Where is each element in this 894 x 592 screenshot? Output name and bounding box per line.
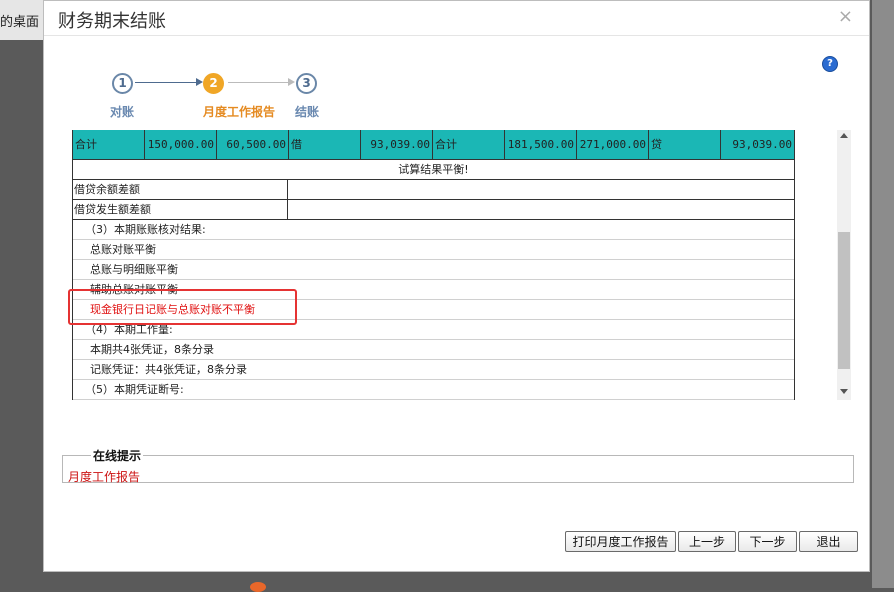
background-desktop-tab[interactable]: 的桌面: [0, 0, 48, 40]
scroll-down-icon[interactable]: [840, 389, 848, 394]
online-tip-text: 月度工作报告: [68, 470, 141, 484]
summary-right-balance: 93,039.00: [732, 138, 792, 151]
report-line: 总账与明细账平衡: [73, 260, 794, 280]
monthly-report-panel: 合计 150,000.00 60,500.00 借 93,039.00 合计 1…: [72, 130, 795, 400]
step-3-label: 结账: [295, 105, 320, 119]
summary-left-label: 合计: [73, 130, 145, 159]
step-1-label: 对账: [110, 105, 135, 119]
amount-diff-row: 借贷发生额差额: [73, 200, 794, 220]
report-line: 总账对账平衡: [73, 240, 794, 260]
dialog-title: 财务期末结账: [58, 11, 166, 32]
background-panel: [872, 0, 894, 588]
step-2-circle: 2: [203, 73, 224, 94]
step-3-circle: 3: [296, 73, 317, 94]
summary-right-label: 合计: [433, 130, 505, 159]
step-2-label: 月度工作报告: [203, 105, 276, 119]
trial-balance-result: 试算结果平衡!: [73, 160, 794, 180]
prev-step-button[interactable]: 上一步: [678, 531, 736, 552]
exit-button[interactable]: 退出: [799, 531, 858, 552]
summary-right-col1: 181,500.00: [505, 130, 577, 159]
help-icon[interactable]: ?: [822, 56, 838, 72]
summary-left-balance: 93,039.00: [361, 130, 433, 159]
step-1-circle: 1: [112, 73, 133, 94]
balance-diff-label: 借贷余额差额: [73, 180, 288, 199]
step-arrow-1: [135, 78, 203, 86]
summary-right-col2: 271,000.00: [577, 130, 649, 159]
report-line: （5）本期凭证断号:: [73, 380, 794, 400]
error-highlight-box: [68, 289, 297, 325]
scroll-up-icon[interactable]: [840, 133, 848, 138]
report-scrollbar[interactable]: [837, 130, 851, 400]
taskbar-orange-dot: [250, 582, 266, 592]
next-step-button[interactable]: 下一步: [738, 531, 797, 552]
period-end-closing-dialog: 财务期末结账 × ? 1 对账 2 月度工作报告 3 结账 合计 150,000…: [43, 0, 870, 572]
online-tip-title: 在线提示: [91, 447, 144, 464]
report-line: （3）本期账账核对结果:: [73, 220, 794, 240]
report-line: 本期共4张凭证，8条分录: [73, 340, 794, 360]
close-icon[interactable]: ×: [838, 6, 853, 27]
scroll-thumb[interactable]: [838, 232, 850, 369]
summary-left-col2: 60,500.00: [217, 130, 289, 159]
balance-diff-row: 借贷余额差额: [73, 180, 794, 200]
report-line: 记账凭证：共4张凭证，8条分录: [73, 360, 794, 380]
summary-right-direction: 贷: [649, 130, 721, 159]
summary-row: 合计 150,000.00 60,500.00 借 93,039.00 合计 1…: [73, 130, 794, 160]
dialog-titlebar: 财务期末结账 ×: [44, 1, 869, 36]
summary-left-col1: 150,000.00: [145, 130, 217, 159]
summary-left-direction: 借: [289, 130, 361, 159]
step-arrow-2: [228, 78, 295, 86]
amount-diff-label: 借贷发生额差额: [73, 200, 288, 219]
online-tip-box: 在线提示 月度工作报告: [62, 447, 854, 484]
print-report-button[interactable]: 打印月度工作报告: [565, 531, 676, 552]
